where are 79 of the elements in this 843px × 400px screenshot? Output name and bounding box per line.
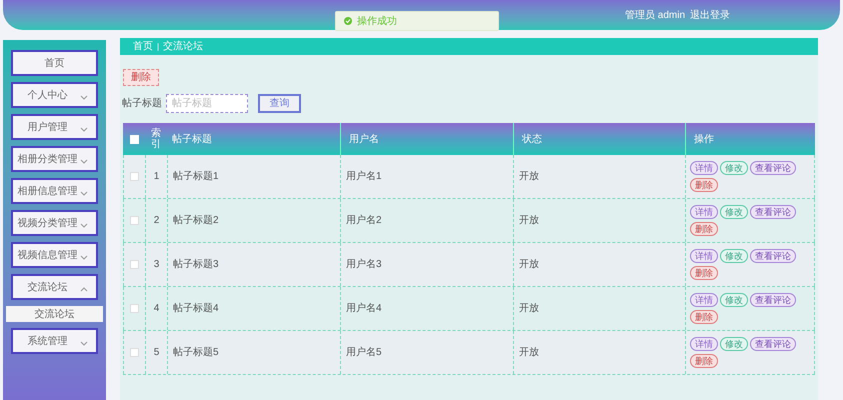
chevron-down-icon [80,127,88,132]
table-cell-text: 帖子标题5 [173,346,219,360]
action-button[interactable]: 查看评论 [750,205,796,219]
table-cell-text: 用户名4 [346,302,382,316]
chevron-up-icon [80,287,88,292]
action-button[interactable]: 详情 [690,161,718,175]
search-button[interactable]: 查询 [258,94,301,113]
checkbox[interactable] [130,304,139,313]
action-button[interactable]: 修改 [720,249,748,263]
sidebar-item[interactable]: 交流论坛 [11,274,98,300]
checkbox[interactable] [130,216,139,225]
chevron-down-icon [80,223,88,228]
sidebar-item[interactable]: 用户管理 [11,114,98,140]
check-circle-icon [344,17,352,25]
column-header: 状态 [522,132,542,146]
table-cell-text: 用户名2 [346,214,382,228]
logout-link[interactable]: 退出登录 [690,8,730,22]
column-header: 用户名 [349,132,379,146]
user-label: 管理员 admin [624,8,685,22]
table-cell-text: 3 [154,258,160,272]
action-button[interactable]: 查看评论 [750,161,796,175]
sidebar-item[interactable]: 相册分类管理 [11,146,98,172]
action-button[interactable]: 详情 [690,337,718,351]
action-button[interactable]: 修改 [720,293,748,307]
action-button[interactable]: 详情 [690,293,718,307]
table-cell-text: 帖子标题4 [173,302,219,316]
chevron-down-icon [80,191,88,196]
chevron-down-icon [80,255,88,260]
sidebar-subitem[interactable]: 交流论坛 [6,306,103,322]
sidebar-item[interactable]: 相册信息管理 [11,178,98,204]
table-cell-text: 2 [154,214,160,228]
breadcrumb-link[interactable]: 首页 [133,39,153,54]
column-header: 索引 [150,128,162,150]
table-cell-text: 开放 [519,170,539,184]
delete-button[interactable]: 删除 [123,69,159,86]
table-cell-text: 1 [154,170,160,184]
action-button[interactable]: 修改 [720,205,748,219]
checkbox[interactable] [130,172,139,181]
table-cell-text: 帖子标题2 [173,214,219,228]
action-button[interactable]: 删除 [690,354,718,368]
action-button[interactable]: 删除 [690,266,718,280]
action-button[interactable]: 详情 [690,205,718,219]
action-button[interactable]: 详情 [690,249,718,263]
action-button[interactable]: 查看评论 [750,337,796,351]
sidebar-item[interactable]: 视频分类管理 [11,210,98,236]
table-cell-text: 用户名5 [346,346,382,360]
table-cell-text: 帖子标题1 [173,170,219,184]
table-cell-text: 开放 [519,346,539,360]
sidebar-item[interactable]: 视频信息管理 [11,242,98,268]
search-label: 帖子标题 [122,96,162,111]
table-cell-text: 用户名1 [346,170,382,184]
chevron-down-icon [80,95,88,100]
column-header: 操作 [694,132,714,146]
breadcrumb-link[interactable]: 交流论坛 [163,39,204,54]
sidebar-item[interactable]: 系统管理 [11,328,98,354]
checkbox[interactable] [130,260,139,269]
table-cell-text: 开放 [519,258,539,272]
table-cell-text: 帖子标题3 [173,258,219,272]
action-button[interactable]: 删除 [690,222,718,236]
sidebar-item[interactable]: 个人中心 [11,82,98,108]
action-button[interactable]: 修改 [720,337,748,351]
breadcrumb-separator: | [157,40,160,52]
table-cell-text: 4 [154,302,160,316]
action-button[interactable]: 修改 [720,161,748,175]
column-header: 帖子标题 [172,132,212,146]
table-cell-text: 开放 [519,214,539,228]
chevron-down-icon [80,159,88,164]
action-button[interactable]: 查看评论 [750,249,796,263]
table-cell-text: 用户名3 [346,258,382,272]
sidebar-item[interactable]: 首页 [11,50,98,76]
checkbox[interactable] [130,348,139,357]
action-button[interactable]: 查看评论 [750,293,796,307]
chevron-down-icon [80,341,88,346]
action-button[interactable]: 删除 [690,178,718,192]
table-cell-text: 5 [154,346,160,360]
toast-text: 操作成功 [357,14,397,28]
search-field[interactable]: 帖子标题 [166,94,248,113]
action-button[interactable]: 删除 [690,310,718,324]
table-cell-text: 开放 [519,302,539,316]
